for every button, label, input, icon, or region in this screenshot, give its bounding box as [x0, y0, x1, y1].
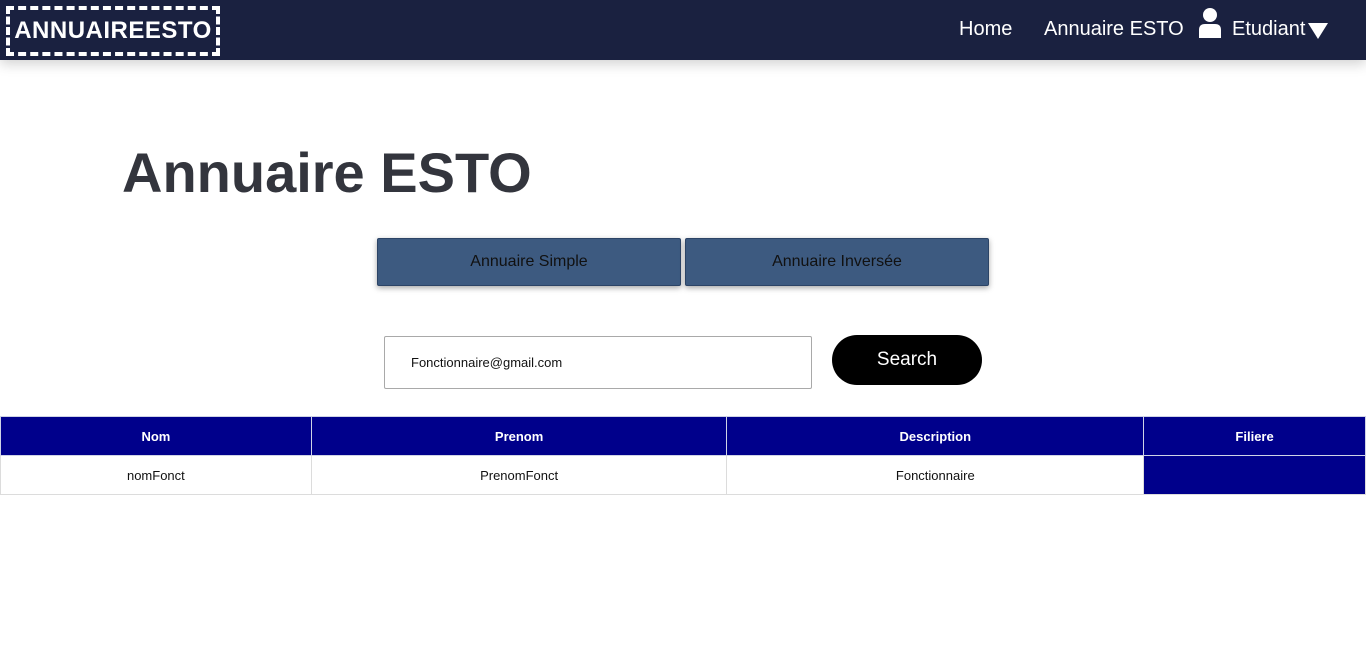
- column-header-description[interactable]: Description: [726, 416, 1145, 456]
- page-title: Annuaire ESTO: [122, 141, 532, 204]
- nav-link-home[interactable]: Home: [959, 18, 1012, 41]
- nav-link-annuaire[interactable]: Annuaire ESTO: [1044, 18, 1184, 41]
- table-header-row: Nom Prenom Description Filiere: [0, 416, 1366, 456]
- annuaire-simple-button[interactable]: Annuaire Simple: [377, 238, 681, 286]
- cell-filiere: [1143, 455, 1366, 495]
- column-header-filiere[interactable]: Filiere: [1143, 416, 1366, 456]
- cell-prenom: PrenomFonct: [310, 455, 728, 495]
- column-header-prenom[interactable]: Prenom: [310, 416, 728, 456]
- column-header-nom[interactable]: Nom: [0, 416, 312, 456]
- table-row[interactable]: nomFonct PrenomFonct Fonctionnaire: [0, 455, 1366, 495]
- user-icon[interactable]: [1198, 8, 1222, 38]
- cell-nom: nomFonct: [0, 455, 312, 495]
- results-table: Nom Prenom Description Filiere nomFonct …: [0, 416, 1366, 495]
- annuaire-inverse-button[interactable]: Annuaire Inversée: [685, 238, 989, 286]
- user-menu-label[interactable]: Etudiant: [1232, 18, 1305, 41]
- top-navbar: ANNUAIREESTO Home Annuaire ESTO Etudiant: [0, 0, 1366, 60]
- brand-logo[interactable]: ANNUAIREESTO: [6, 6, 220, 56]
- caret-down-icon[interactable]: [1308, 23, 1328, 39]
- search-input[interactable]: [384, 336, 812, 389]
- search-button[interactable]: Search: [832, 335, 982, 385]
- cell-description: Fonctionnaire: [726, 455, 1145, 495]
